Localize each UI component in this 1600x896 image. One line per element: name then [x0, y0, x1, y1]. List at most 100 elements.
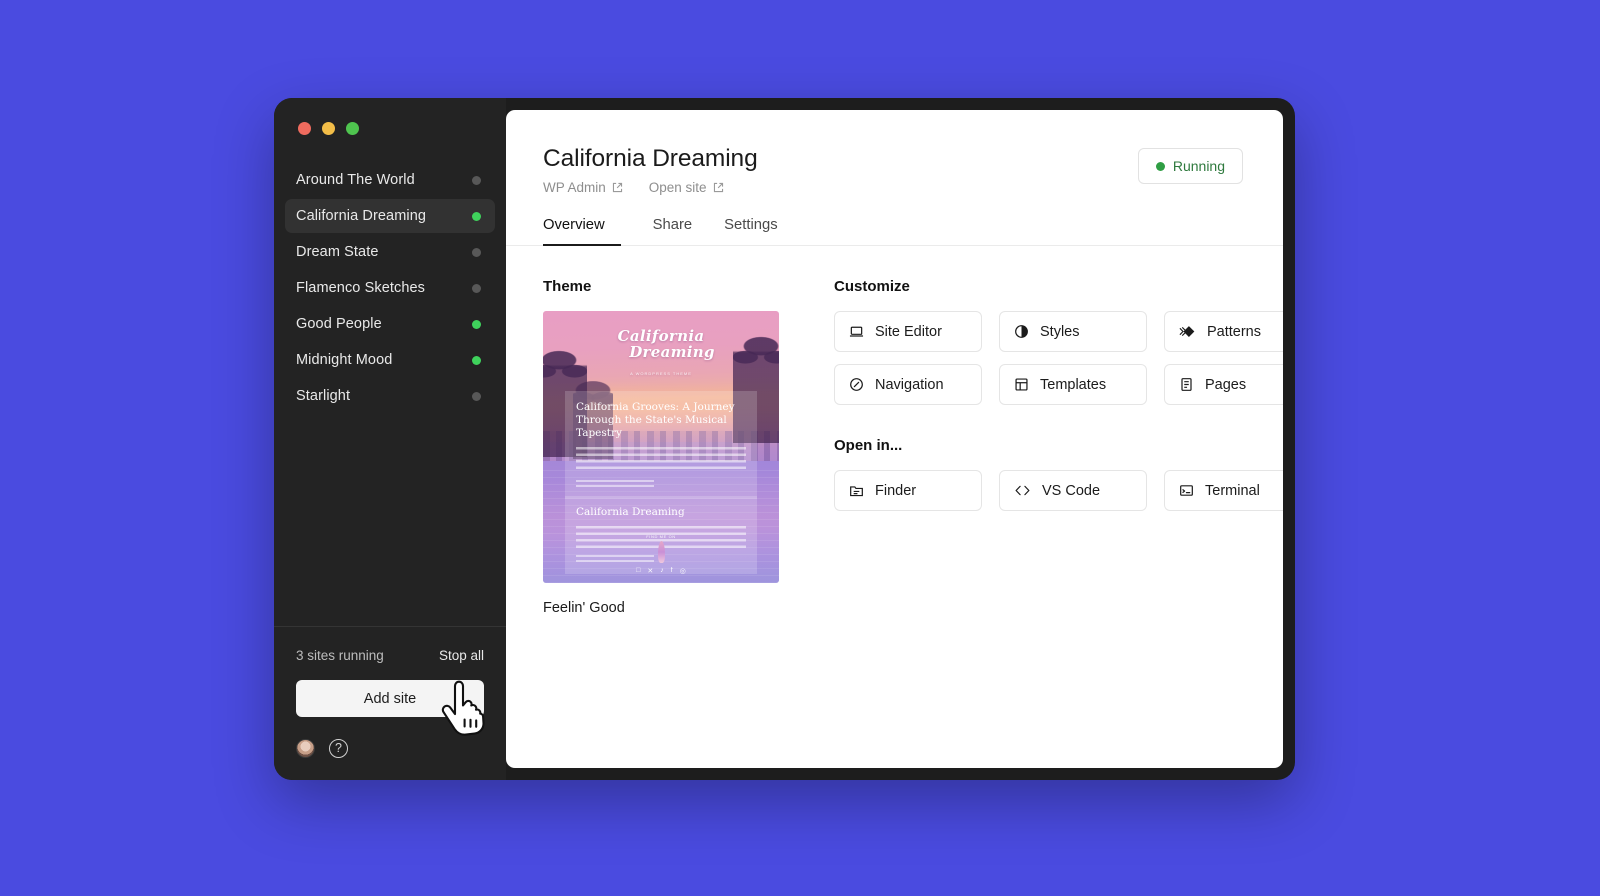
status-dot-stopped	[472, 392, 481, 401]
styles-button[interactable]: Styles	[999, 311, 1147, 352]
stop-all-button[interactable]: Stop all	[439, 648, 484, 663]
add-site-button[interactable]: Add site	[296, 680, 484, 717]
templates-button[interactable]: Templates	[999, 364, 1147, 405]
site-name: California Dreaming	[296, 208, 472, 224]
sidebar-item-around-the-world[interactable]: Around The World	[285, 163, 495, 197]
finder-label: Finder	[875, 483, 916, 499]
status-dot-running	[1156, 162, 1165, 171]
tab-overview[interactable]: Overview	[543, 217, 621, 246]
sidebar: Around The World California Dreaming Dre…	[274, 98, 506, 780]
status-dot-running	[472, 320, 481, 329]
customize-section: Customize Site Editor Styles	[834, 278, 1283, 616]
compass-icon	[849, 377, 864, 392]
wp-admin-label: WP Admin	[543, 180, 606, 195]
pages-button[interactable]: Pages	[1164, 364, 1283, 405]
site-name: Midnight Mood	[296, 352, 472, 368]
status-dot-stopped	[472, 176, 481, 185]
main-header: California Dreaming WP Admin Open site	[506, 110, 1283, 195]
social-icons: □ ✕ ♪ f ◎	[543, 567, 779, 575]
theme-preview-thumbnail[interactable]: California Dreaming A WORDPRESS THEME Ca…	[543, 311, 779, 583]
sidebar-item-midnight-mood[interactable]: Midnight Mood	[285, 343, 495, 377]
theme-preview-logo: California Dreaming A WORDPRESS THEME	[543, 328, 779, 382]
open-site-label: Open site	[649, 180, 707, 195]
social-icon-instagram: ◎	[680, 567, 686, 575]
vs-code-label: VS Code	[1042, 483, 1100, 499]
running-sites-count: 3 sites running	[296, 648, 384, 663]
social-icon-x: ✕	[647, 567, 653, 575]
overview-content: Theme California Dreaming A WORDPRESS TH…	[506, 246, 1283, 616]
social-icon-facebook: f	[671, 567, 673, 575]
preview-post-meta	[576, 480, 654, 488]
social-icon-wordpress: □	[636, 567, 640, 575]
half-circle-icon	[1014, 324, 1029, 339]
site-name: Starlight	[296, 388, 472, 404]
avatar[interactable]	[296, 739, 315, 758]
sidebar-item-flamenco-sketches[interactable]: Flamenco Sketches	[285, 271, 495, 305]
vs-code-button[interactable]: VS Code	[999, 470, 1147, 511]
finder-button[interactable]: Finder	[834, 470, 982, 511]
open-site-link[interactable]: Open site	[649, 180, 724, 195]
pages-label: Pages	[1205, 377, 1246, 393]
site-editor-button[interactable]: Site Editor	[834, 311, 982, 352]
layout-icon	[1014, 377, 1029, 392]
status-dot-stopped	[472, 284, 481, 293]
customize-section-title: Customize	[834, 278, 1283, 295]
theme-section: Theme California Dreaming A WORDPRESS TH…	[543, 278, 779, 616]
sidebar-item-good-people[interactable]: Good People	[285, 307, 495, 341]
question-mark-icon[interactable]: ?	[329, 739, 348, 758]
preview-footer-text: FIND ME ON	[543, 534, 779, 539]
tab-settings[interactable]: Settings	[708, 217, 793, 246]
window-traffic-lights	[274, 98, 506, 135]
site-links: WP Admin Open site	[543, 180, 758, 195]
site-editor-label: Site Editor	[875, 324, 942, 340]
terminal-label: Terminal	[1205, 483, 1260, 499]
patterns-label: Patterns	[1207, 324, 1261, 340]
app-window: Around The World California Dreaming Dre…	[274, 98, 1295, 780]
open-in-section-title: Open in...	[834, 437, 1283, 454]
preview-post-card: California Grooves: A Journey Through th…	[565, 391, 757, 499]
wp-admin-link[interactable]: WP Admin	[543, 180, 623, 195]
site-name: Flamenco Sketches	[296, 280, 472, 296]
diamond-icon	[1179, 324, 1196, 339]
tab-share[interactable]: Share	[637, 217, 709, 246]
preview-post-body	[576, 447, 746, 473]
theme-name: Feelin' Good	[543, 600, 779, 616]
templates-label: Templates	[1040, 377, 1106, 393]
navigation-button[interactable]: Navigation	[834, 364, 982, 405]
status-dot-stopped	[472, 248, 481, 257]
logo-line-2: Dreaming	[565, 344, 779, 360]
sidebar-item-california-dreaming[interactable]: California Dreaming	[285, 199, 495, 233]
customize-button-grid: Site Editor Styles	[834, 311, 1283, 405]
folder-icon	[849, 483, 864, 498]
preview-post-title: California Dreaming	[576, 506, 746, 519]
surfboard-icon	[658, 541, 665, 563]
preview-footer: FIND ME ON □ ✕ ♪ f ◎	[543, 534, 779, 575]
status-badge-label: Running	[1173, 158, 1225, 174]
tab-bar: Overview Share Settings	[506, 216, 1283, 246]
site-header-info: California Dreaming WP Admin Open site	[543, 145, 758, 195]
main-panel: California Dreaming WP Admin Open site	[506, 110, 1283, 768]
sidebar-footer-status: 3 sites running Stop all	[274, 627, 506, 663]
close-window-button[interactable]	[298, 122, 311, 135]
sidebar-footer-icons: ?	[274, 717, 506, 780]
patterns-button[interactable]: Patterns	[1164, 311, 1283, 352]
terminal-button[interactable]: Terminal	[1164, 470, 1283, 511]
site-name: Around The World	[296, 172, 472, 188]
open-in-button-grid: Finder VS Code Ter	[834, 470, 1283, 511]
laptop-icon	[849, 324, 864, 339]
logo-tagline: A WORDPRESS THEME	[543, 366, 779, 382]
document-icon	[1179, 377, 1194, 392]
sidebar-item-starlight[interactable]: Starlight	[285, 379, 495, 413]
zoom-window-button[interactable]	[346, 122, 359, 135]
site-name: Dream State	[296, 244, 472, 260]
code-brackets-icon	[1014, 483, 1031, 498]
styles-label: Styles	[1040, 324, 1080, 340]
minimize-window-button[interactable]	[322, 122, 335, 135]
external-link-icon	[713, 182, 724, 193]
status-dot-running	[472, 356, 481, 365]
sidebar-item-dream-state[interactable]: Dream State	[285, 235, 495, 269]
status-badge[interactable]: Running	[1138, 148, 1243, 184]
status-dot-running	[472, 212, 481, 221]
social-icon-tiktok: ♪	[660, 567, 664, 575]
theme-section-title: Theme	[543, 278, 779, 295]
